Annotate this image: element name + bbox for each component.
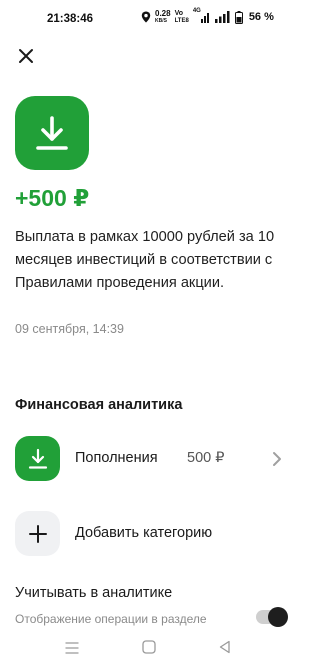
plus-icon bbox=[28, 524, 47, 543]
operation-datetime: 09 сентября, 14:39 bbox=[15, 322, 124, 336]
operation-details-screen: 21:38:46 0.28 KB/S Vo LTE8 4G 56 % +500 … bbox=[0, 0, 300, 667]
add-category-icon bbox=[15, 511, 60, 556]
category-value: 500 ₽ bbox=[187, 450, 225, 466]
battery-percent: 56 % bbox=[248, 11, 274, 23]
speed-value: 0.28 bbox=[155, 9, 171, 18]
signal-bars-icon bbox=[214, 11, 230, 23]
back-icon[interactable] bbox=[217, 639, 233, 655]
network-speed: 0.28 KB/S bbox=[155, 9, 171, 25]
close-button[interactable] bbox=[14, 44, 38, 68]
chevron-right-icon bbox=[273, 452, 281, 466]
category-row[interactable]: Пополнения 500 ₽ bbox=[0, 433, 300, 485]
operation-description: Выплата в рамках 10000 рублей за 10 меся… bbox=[15, 229, 275, 291]
analytics-section-title: Финансовая аналитика bbox=[15, 397, 183, 413]
battery-icon bbox=[234, 10, 243, 24]
include-in-analytics-subtitle: Отображение операции в разделе bbox=[15, 612, 207, 626]
volte-indicator: Vo LTE8 bbox=[175, 10, 189, 24]
category-icon bbox=[15, 436, 60, 481]
recent-apps-icon[interactable] bbox=[64, 640, 80, 656]
close-icon bbox=[19, 49, 33, 63]
status-bar: 21:38:46 0.28 KB/S Vo LTE8 4G 56 % bbox=[0, 0, 300, 38]
toggle-knob bbox=[268, 607, 288, 627]
include-in-analytics-title: Учитывать в аналитике bbox=[15, 585, 173, 601]
operation-icon bbox=[15, 96, 89, 170]
operation-amount: +500 ₽ bbox=[15, 185, 90, 211]
volte-top: Vo bbox=[174, 10, 184, 17]
include-in-analytics-toggle[interactable] bbox=[256, 607, 288, 627]
add-category-label: Добавить категорию bbox=[75, 525, 213, 541]
download-icon bbox=[36, 116, 68, 150]
add-category-button[interactable]: Добавить категорию bbox=[0, 509, 300, 559]
status-time: 21:38:46 bbox=[47, 13, 94, 25]
category-label: Пополнения bbox=[75, 450, 158, 466]
system-nav-bar bbox=[0, 630, 300, 667]
volte-bottom: LTE8 bbox=[174, 18, 189, 24]
location-icon bbox=[141, 11, 151, 23]
signal-icon: 4G bbox=[193, 8, 211, 23]
home-icon[interactable] bbox=[141, 639, 157, 655]
download-icon bbox=[28, 448, 47, 469]
speed-unit: KB/S bbox=[155, 18, 167, 24]
status-icons: 0.28 KB/S Vo LTE8 4G 56 % bbox=[141, 8, 274, 25]
